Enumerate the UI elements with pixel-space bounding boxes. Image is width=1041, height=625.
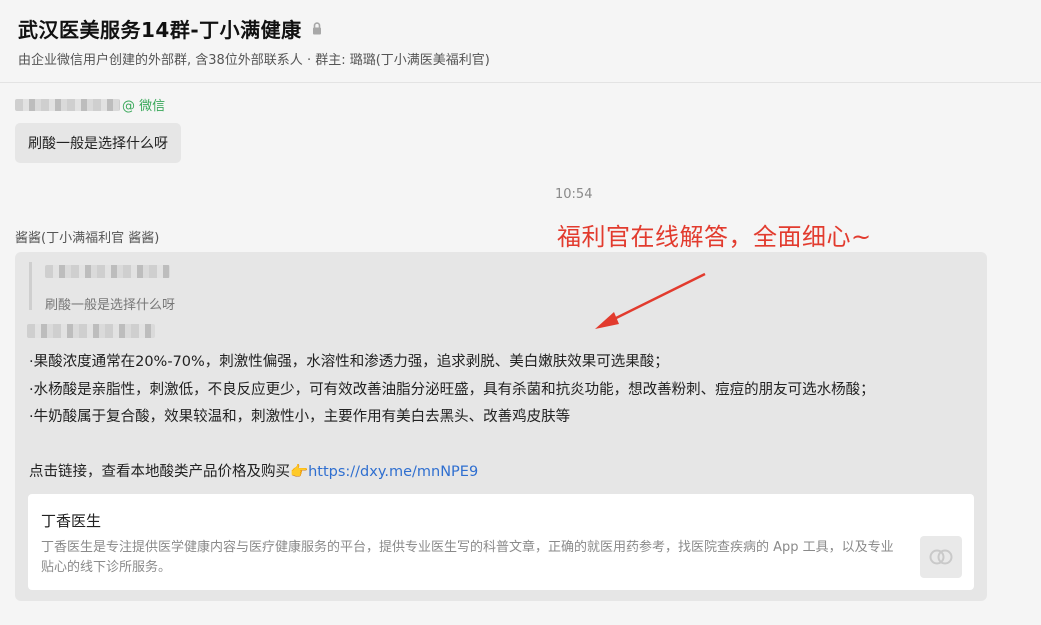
message1-text: 刷酸一般是选择什么呀 (28, 136, 168, 152)
wechat-tag: @ 微信 (122, 99, 166, 114)
card-description: 丁香医生是专注提供医学健康内容与医疗健康服务的平台，提供专业医生写的科普文章，正… (41, 540, 894, 575)
card-title: 丁香医生 (41, 512, 102, 530)
annotation-text: 福利官在线解答，全面细心~ (557, 223, 872, 251)
title-row: 武汉医美服务14群-丁小满健康 (18, 14, 322, 43)
quoted-message[interactable]: 刷酸一般是选择什么呀 (29, 262, 176, 313)
message2-line: ·果酸浓度通常在20%-70%，刺激性偏强，水溶性和渗透力强，追求剥脱、美白嫩肤… (29, 354, 669, 370)
message2-line: ·牛奶酸属于复合酸，效果较温和，刺激性小，主要作用有美白去黑头、改善鸡皮肤等 (29, 409, 571, 425)
link-icon (920, 536, 962, 578)
annotation-arrow (595, 272, 706, 329)
product-link[interactable]: https://dxy.me/mnNPE9 (308, 464, 478, 480)
blurred-quote-sender (45, 265, 170, 278)
link-card[interactable]: 丁香医生 丁香医生是专注提供医学健康内容与医疗健康服务的平台，提供专业医生写的科… (28, 494, 974, 590)
message2-bubble[interactable]: 刷酸一般是选择什么呀 ·果酸浓度通常在20%-70%，刺激性偏强，水溶性和渗透力… (15, 252, 987, 601)
message2-line: ·水杨酸是亲脂性，刺激低，不良反应更少，可有效改善油脂分泌旺盛，具有杀菌和抗炎功… (29, 381, 875, 398)
message1-bubble[interactable]: 刷酸一般是选择什么呀 (15, 123, 181, 163)
message-timestamp: 10:54 (555, 187, 593, 202)
quote-text: 刷酸一般是选择什么呀 (45, 298, 176, 313)
message2-body: ·果酸浓度通常在20%-70%，刺激性偏强，水溶性和渗透力强，追求剥脱、美白嫩肤… (29, 349, 875, 486)
link-prefix: 点击链接，查看本地酸类产品价格及购买👉 (29, 463, 309, 480)
link-line: 点击链接，查看本地酸类产品价格及购买👉https://dxy.me/mnNPE9 (29, 459, 875, 487)
chat-header: 武汉医美服务14群-丁小满健康 由企业微信用户创建的外部群, 含38位外部联系人… (0, 0, 1041, 83)
message1-sender: @ 微信 (15, 95, 165, 114)
group-subtitle: 由企业微信用户创建的外部群, 含38位外部联系人 · 群主: 璐璐(丁小满医美福… (18, 53, 490, 68)
lock-icon (312, 22, 322, 35)
blurred-reply-name (27, 324, 155, 338)
message2-sender: 酱酱(丁小满福利官 酱酱) (15, 231, 160, 246)
group-title[interactable]: 武汉医美服务14群-丁小满健康 (18, 14, 302, 43)
blurred-sender-name (15, 98, 120, 111)
